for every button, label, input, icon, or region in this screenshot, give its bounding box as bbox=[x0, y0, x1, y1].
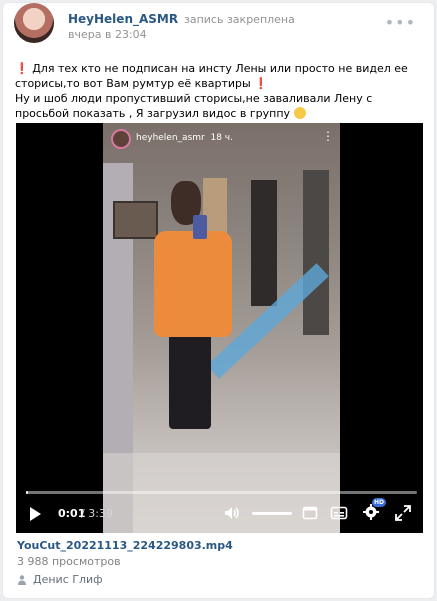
views-count: 3 988 просмотров bbox=[17, 555, 121, 568]
story-username: heyhelen_asmr 18 ч. bbox=[136, 133, 233, 143]
video-frame: heyhelen_asmr 18 ч. ⋮ bbox=[103, 123, 340, 533]
phone-shape bbox=[193, 215, 207, 239]
volume-slider[interactable] bbox=[252, 512, 292, 515]
post-header: HeyHelen_ASMR запись закреплена вчера в … bbox=[3, 3, 434, 53]
hd-badge: HD bbox=[372, 498, 387, 507]
person-legs bbox=[169, 331, 211, 429]
post-card: HeyHelen_ASMR запись закреплена вчера в … bbox=[2, 2, 435, 599]
progress-bar[interactable] bbox=[26, 491, 417, 494]
fullscreen-icon[interactable] bbox=[394, 504, 412, 522]
post-line-2: Ну и шоб люди пропустивший сторисы,не за… bbox=[15, 92, 373, 120]
post-time[interactable]: вчера в 23:04 bbox=[68, 28, 147, 41]
grinning-emoji-icon bbox=[293, 107, 306, 119]
post-text: ❗ Для тех кто не подписан на инсту Лены … bbox=[15, 61, 425, 121]
person-shirt bbox=[154, 231, 232, 337]
play-icon[interactable] bbox=[30, 507, 41, 521]
subtitles-icon[interactable] bbox=[330, 504, 348, 522]
door-shape bbox=[251, 180, 277, 306]
pip-icon[interactable] bbox=[302, 505, 318, 521]
exclamation-icon: ❗ bbox=[15, 62, 29, 75]
exclamation-icon: ❗ bbox=[254, 77, 268, 90]
pinned-label: запись закреплена bbox=[184, 13, 295, 26]
video-controls: 0:01 / 3:39 HD bbox=[16, 485, 423, 533]
story-more-icon: ⋮ bbox=[322, 129, 334, 143]
user-icon bbox=[18, 575, 26, 585]
avatar[interactable] bbox=[14, 3, 54, 43]
post-line-1: Для тех кто не подписан на инсту Лены ил… bbox=[15, 62, 408, 90]
progress-fill bbox=[26, 491, 28, 494]
more-horizontal-icon[interactable]: ••• bbox=[385, 13, 416, 32]
author-link[interactable]: HeyHelen_ASMR bbox=[68, 12, 178, 26]
door-shape bbox=[303, 170, 329, 335]
video-player[interactable]: heyhelen_asmr 18 ч. ⋮ 0:01 / 3:39 HD bbox=[16, 123, 423, 533]
total-time: / 3:39 bbox=[81, 507, 113, 520]
tv-shape bbox=[113, 201, 158, 239]
story-avatar bbox=[111, 129, 131, 149]
video-file-title[interactable]: YouCut_20221113_224229803.mp4 bbox=[17, 539, 233, 552]
volume-icon[interactable] bbox=[223, 504, 241, 522]
owner-name[interactable]: Денис Глиф bbox=[33, 573, 103, 586]
